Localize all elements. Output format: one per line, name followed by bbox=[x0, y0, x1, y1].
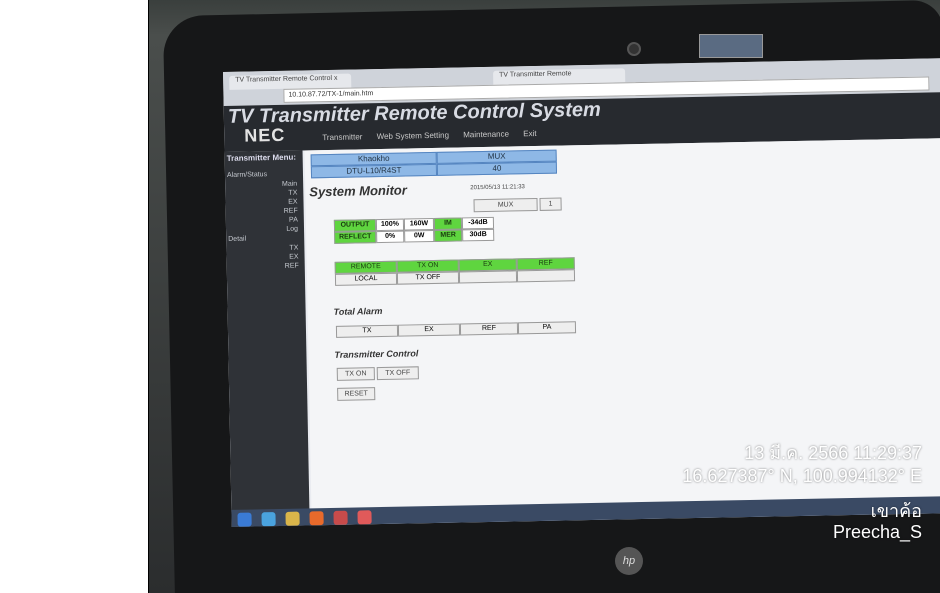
reset-button[interactable]: RESET bbox=[337, 387, 376, 401]
reflect-label: REFLECT bbox=[334, 231, 377, 244]
hp-logo-icon: hp bbox=[615, 547, 643, 575]
brand-logo: NEC bbox=[244, 124, 286, 146]
output-power: 160W bbox=[403, 217, 435, 231]
alarm-ref: REF bbox=[459, 322, 519, 336]
ie-browser-icon[interactable] bbox=[261, 512, 276, 527]
mux-value: 1 bbox=[539, 197, 562, 211]
sidebar-detail-ref[interactable]: REF bbox=[227, 261, 305, 271]
monitor-timestamp: 2015/05/13 11:21:33 bbox=[470, 184, 525, 192]
indicator-ref: REF bbox=[516, 257, 575, 271]
output-label: OUTPUT bbox=[333, 219, 377, 232]
menu-exit[interactable]: Exit bbox=[523, 129, 537, 138]
alarm-pa: PA bbox=[517, 321, 577, 335]
output-pct: 100% bbox=[375, 218, 405, 232]
blank-left-column bbox=[0, 0, 149, 593]
laptop-photo: TV Transmitter Remote Control x TV Trans… bbox=[149, 0, 940, 593]
mer-label: MER bbox=[434, 229, 463, 242]
webcam-sticker bbox=[699, 34, 763, 58]
webcam-icon bbox=[627, 42, 641, 56]
mux-select[interactable]: MUX bbox=[473, 197, 538, 213]
start-icon[interactable] bbox=[237, 512, 252, 527]
im-label: IM bbox=[433, 217, 463, 230]
app-icon[interactable] bbox=[333, 510, 348, 525]
device-channel: 40 bbox=[436, 161, 558, 176]
transmitter-control-title: Transmitter Control bbox=[334, 348, 419, 360]
indicator-empty-2 bbox=[516, 269, 576, 283]
reflect-pct: 0% bbox=[376, 230, 405, 244]
menu-transmitter[interactable]: Transmitter bbox=[322, 132, 362, 142]
indicator-local: LOCAL bbox=[334, 272, 398, 286]
system-monitor-title: System Monitor bbox=[309, 182, 407, 200]
im-value: -34dB bbox=[461, 216, 495, 230]
menu-web-system-setting[interactable]: Web System Setting bbox=[377, 131, 449, 141]
total-alarm-title: Total Alarm bbox=[333, 305, 383, 317]
firefox-icon[interactable] bbox=[309, 511, 324, 526]
stamp-place: เขาค้อ bbox=[870, 501, 922, 521]
mer-value: 30dB bbox=[462, 228, 495, 242]
indicator-empty-1 bbox=[458, 270, 518, 284]
tx-off-button[interactable]: TX OFF bbox=[376, 366, 419, 381]
sidebar-heading: Transmitter Menu: bbox=[226, 152, 297, 163]
alarm-tx: TX bbox=[335, 324, 399, 338]
stamp-user: Preecha_S bbox=[832, 522, 922, 542]
device-info: Khaokho MUX DTU-L10/R4ST 40 bbox=[310, 149, 559, 179]
tx-on-button[interactable]: TX ON bbox=[336, 367, 375, 381]
indicator-tx-off: TX OFF bbox=[396, 271, 460, 285]
indicator-ex: EX bbox=[458, 258, 517, 272]
menu-maintenance[interactable]: Maintenance bbox=[463, 130, 509, 140]
stamp-datetime: 13 มี.ค. 2566 11:29:37 bbox=[744, 443, 922, 463]
chrome-icon[interactable] bbox=[357, 510, 372, 525]
alarm-ex: EX bbox=[397, 323, 461, 337]
device-model: DTU-L10/R4ST bbox=[310, 163, 438, 179]
stamp-coords: 16.627387° N, 100.994132° E bbox=[682, 466, 922, 486]
reflect-power: 0W bbox=[404, 229, 435, 243]
sidebar: Transmitter Menu: Alarm/Status Main TX E… bbox=[224, 150, 310, 527]
folder-icon[interactable] bbox=[285, 511, 300, 526]
